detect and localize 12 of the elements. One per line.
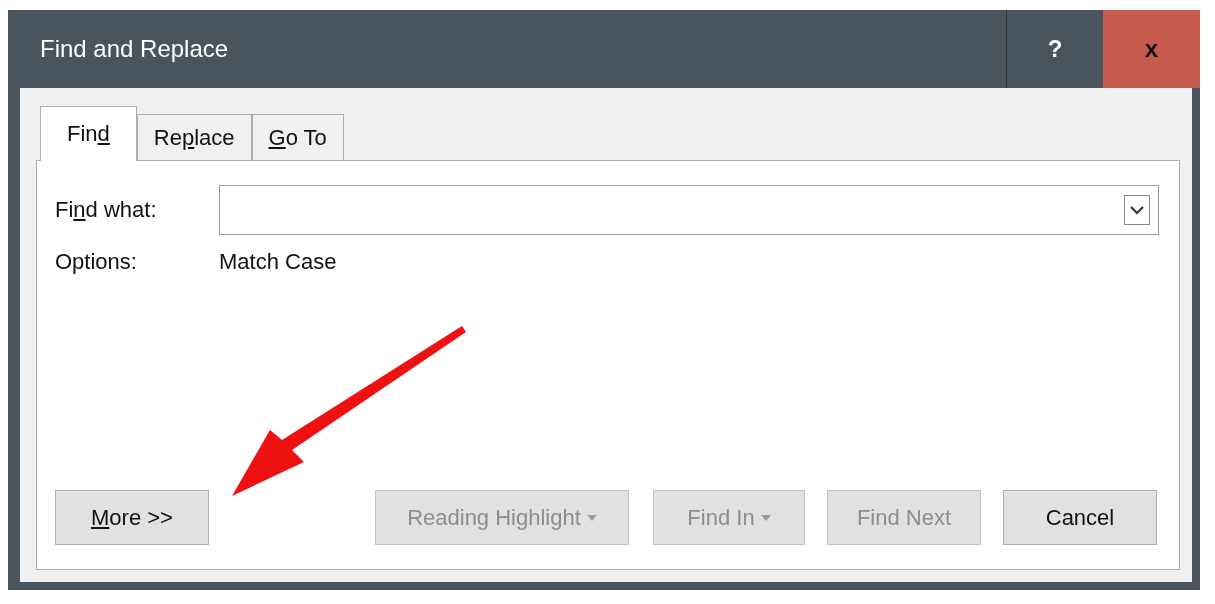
tab[interactable]: Replace: [136, 114, 252, 160]
find-what-label: Find what:: [55, 197, 157, 222]
close-button[interactable]: x: [1103, 10, 1200, 88]
find-what-field[interactable]: [219, 185, 1159, 235]
options-value: Match Case: [219, 249, 337, 275]
dropdown-icon[interactable]: [1124, 195, 1150, 225]
window-title: Find and Replace: [39, 35, 230, 63]
tab[interactable]: Find: [40, 106, 137, 161]
dialog-button[interactable]: More >>: [55, 490, 209, 545]
tab[interactable]: Go To: [251, 114, 344, 160]
dialog-button[interactable]: Cancel: [1003, 490, 1157, 545]
options-label: Options:: [55, 249, 138, 275]
